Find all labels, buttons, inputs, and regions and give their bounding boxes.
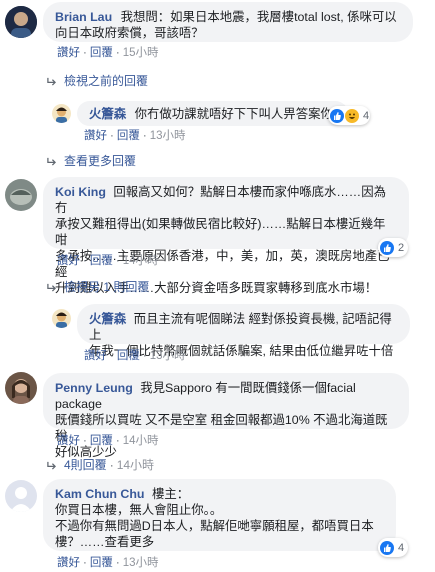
like-button[interactable]: 讚好 [57,557,80,569]
avatar[interactable] [5,480,37,512]
haha-reaction-icon [345,108,359,123]
reaction-count[interactable]: 4 [328,106,370,125]
comment-text: 樓主： [151,487,190,501]
reply-bubble: 火簷森 你冇做功課就唔好下下叫人畀答案你 [77,101,348,126]
comment-actions: 讚好 · 回覆 · 14小時 [57,435,159,447]
comment-text: 你冇做功課就唔好下下叫人畀答案你 [134,107,333,121]
view-more-replies[interactable]: 查看更多回覆 [47,152,136,169]
comment-bubble: Penny Leung 我見Sapporo 有一間既價錢係一個facial pa… [43,373,409,459]
comment-text: 不過你有無問過D日本人，點解佢哋寧願租屋，都唔買日本 [55,519,374,533]
avatar[interactable] [5,179,37,211]
comment-author[interactable]: Penny Leung [55,381,133,395]
reply-bubble: 火簷森 而且主流有呢個睇法 經對係投資長機, 記唔記得上 年我一個比特幣嘅個就話… [77,304,410,358]
like-reaction-icon [380,540,394,555]
comment-text: 你買日本樓，無人會阻止你。。 [55,503,223,517]
like-reaction-icon [330,108,344,123]
avatar[interactable] [52,104,71,123]
view-another-reply[interactable]: 檢視另 1 則回覆 [47,278,149,295]
timestamp[interactable]: 13小時 [123,557,159,569]
reply-arrow-icon [47,283,56,292]
reply-arrow-icon [47,461,56,470]
avatar[interactable] [5,6,37,38]
comment-text: 我想問：如果日本地震，我層樓total lost, 係咪可以 [120,10,397,24]
reply-arrow-icon [47,157,56,166]
timestamp[interactable]: 13小時 [150,350,186,362]
view-previous-replies[interactable]: 檢視之前的回覆 [47,72,148,89]
avatar-image [52,104,71,123]
comment-actions: 讚好 · 回覆 · 13小時 [84,350,186,362]
avatar[interactable] [52,309,71,328]
comment-bubble: Kam Chun Chu 樓主： 你買日本樓，無人會阻止你。。 不過你有無問過D… [43,479,396,551]
comment-actions: 讚好 · 回覆 · 13小時 [57,557,159,569]
avatar-image [5,179,37,211]
reply-button[interactable]: 回覆 [90,557,113,569]
like-button[interactable]: 讚好 [84,130,107,142]
timestamp[interactable]: 13小時 [150,130,186,142]
reply-button[interactable]: 回覆 [90,435,113,447]
timestamp[interactable]: 14小時 [123,435,159,447]
reply-button[interactable]: 回覆 [90,255,113,267]
comment-author[interactable]: Brian Lau [55,10,112,24]
like-button[interactable]: 讚好 [57,47,80,59]
reaction-total: 4 [363,109,370,122]
comment-author[interactable]: 火簷森 [89,312,126,326]
avatar[interactable] [5,372,37,404]
comment-actions: 讚好 · 回覆 · 13小時 [84,130,186,142]
avatar-image [5,6,37,38]
comment-author[interactable]: Koi King [55,185,106,199]
like-button[interactable]: 讚好 [57,255,80,267]
reaction-total: 4 [398,541,405,554]
comment-text: 向日本政府索償，哥該唔？ [55,26,204,40]
like-button[interactable]: 讚好 [57,435,80,447]
reply-button[interactable]: 回覆 [117,130,140,142]
timestamp[interactable]: 14小時 [123,255,159,267]
comment-text: 承按又難租得出(如果轉做民宿比較好)……點解日本樓近幾年咁 [55,217,386,247]
reply-button[interactable]: 回覆 [90,47,113,59]
view-replies-count[interactable]: 4則回覆 · 14小時 [47,456,154,473]
comment-author[interactable]: 火簷森 [89,107,126,121]
avatar-image [5,480,37,512]
comment-author[interactable]: Kam Chun Chu [55,487,144,501]
like-button[interactable]: 讚好 [84,350,107,362]
comment-actions: 讚好 · 回覆 · 15小時 [57,47,159,59]
comment-bubble: Koi King 回報高又如何？點解日本樓而家仲喺底水……因為冇 承按又難租得出… [43,177,409,295]
comment-text: 而且主流有呢個睇法 經對係投資長機, 記唔記得上 [89,312,392,342]
comment-actions: 讚好 · 回覆 · 14小時 [57,255,159,267]
reaction-count[interactable]: 2 [378,238,408,257]
comment-bubble: Brian Lau 我想問：如果日本地震，我層樓total lost, 係咪可以… [43,2,413,42]
reaction-total: 2 [398,241,405,254]
timestamp[interactable]: 15小時 [123,47,159,59]
comment-text: 樓？……查看更多 [55,535,155,549]
avatar-image [52,309,71,328]
reaction-count[interactable]: 4 [378,538,408,557]
avatar-image [5,372,37,404]
like-reaction-icon [380,240,394,255]
reply-button[interactable]: 回覆 [117,350,140,362]
reply-arrow-icon [47,77,56,86]
